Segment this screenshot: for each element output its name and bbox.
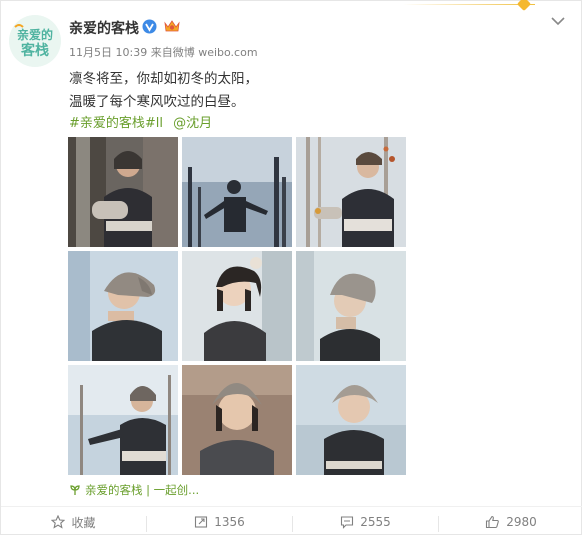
photo-8[interactable]	[182, 365, 292, 475]
favorite-label: 收藏	[71, 515, 96, 530]
post-tags: #亲爱的客栈#ll @沈月	[69, 112, 218, 131]
favorite-button[interactable]: 收藏	[1, 507, 146, 535]
photo-2[interactable]	[182, 137, 292, 247]
source-link[interactable]: 亲爱的客栈 | 一起创...	[69, 482, 199, 498]
action-bar: 收藏 1356 2555 2980	[1, 506, 582, 535]
verified-badge-icon	[142, 19, 157, 34]
source-label: 亲爱的客栈 | 一起创...	[85, 483, 200, 497]
repost-count: 1356	[214, 515, 245, 529]
post-text-line2: 温暖了每个寒风吹过的白昼。	[69, 94, 245, 110]
like-count: 2980	[506, 515, 537, 529]
photo-5[interactable]	[182, 251, 292, 361]
via-source[interactable]: 来自微博 weibo.com	[151, 46, 258, 59]
photo-1[interactable]	[68, 137, 178, 247]
photo-7[interactable]	[68, 365, 178, 475]
photo-grid	[68, 137, 408, 477]
decor-ribbon	[403, 0, 553, 12]
timestamp[interactable]: 11月5日 10:39	[69, 46, 147, 59]
weibo-post-card: 亲爱的 客栈 亲爱的客栈 11月5日 10:39 来自微博 weibo.com …	[0, 0, 582, 535]
photo-9[interactable]	[296, 365, 406, 475]
post-meta: 11月5日 10:39 来自微博 weibo.com	[69, 44, 258, 60]
author-name[interactable]: 亲爱的客栈	[69, 18, 139, 38]
star-icon	[51, 515, 66, 529]
chevron-down-icon[interactable]	[549, 13, 567, 27]
avatar[interactable]: 亲爱的 客栈	[9, 15, 61, 67]
thumbs-up-icon	[486, 515, 500, 529]
mention-link[interactable]: @沈月	[173, 116, 212, 131]
avatar-text-line1: 亲爱的	[17, 27, 53, 42]
hashtag-text: #亲爱的客栈#	[69, 116, 156, 131]
photo-4[interactable]	[68, 251, 178, 361]
photo-6[interactable]	[296, 251, 406, 361]
comment-icon	[341, 516, 354, 529]
comment-button[interactable]: 2555	[293, 507, 438, 535]
sprout-icon	[69, 484, 81, 496]
like-button[interactable]: 2980	[439, 507, 582, 535]
post-text: 凛冬将至，你却如初冬的太阳， 温暖了每个寒风吹过的白昼。	[69, 68, 489, 114]
hashtag-suffix: ll	[155, 116, 164, 131]
post-text-line1: 凛冬将至，你却如初冬的太阳，	[69, 71, 258, 87]
avatar-text-line2: 客栈	[20, 42, 49, 59]
repost-icon	[195, 516, 208, 528]
crown-icon[interactable]	[163, 18, 181, 34]
photo-3[interactable]	[296, 137, 406, 247]
comment-count: 2555	[360, 515, 391, 529]
hashtag-link[interactable]: #亲爱的客栈#ll	[69, 116, 163, 131]
repost-button[interactable]: 1356	[147, 507, 292, 535]
